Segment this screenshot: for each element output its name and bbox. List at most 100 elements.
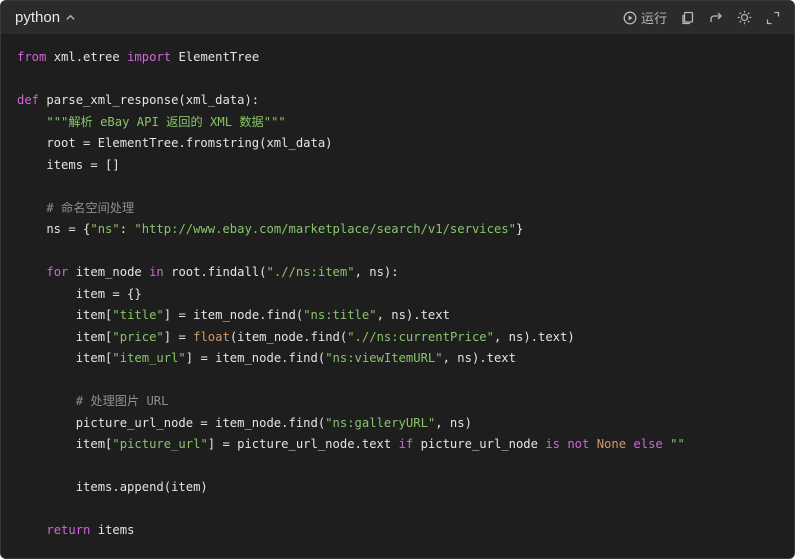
code-line: ns = {"ns": "http://www.ebay.com/marketp… [17,219,784,241]
code-token: ".//ns:item" [266,265,355,279]
code-block-header: python 运行 [1,1,794,34]
copy-button[interactable] [681,1,695,34]
code-token: "http://www.ebay.com/marketplace/search/… [134,222,516,236]
code-token: picture_url_node = item_node.find( [17,415,326,430]
code-token: "ns" [90,222,120,236]
code-line: # 处理图片 URL [17,391,784,413]
copy-icon [681,11,695,25]
code-token: "item_url" [112,351,186,365]
code-token: for [46,265,69,279]
chevron-up-icon [65,12,76,23]
language-selector[interactable]: python [15,9,76,26]
code-token: if [398,437,414,451]
code-block: python 运行 from xml.etree import ElementT… [0,0,795,559]
code-token: (item_node.find( [229,329,348,344]
code-token: picture_url_node [413,437,546,451]
code-line: for item_node in root.findall(".//ns:ite… [17,262,784,284]
code-token: "ns:viewItemURL" [325,351,443,365]
code-token: item[ [17,437,113,451]
expand-icon [766,11,780,25]
code-token: # 处理图片 URL [75,394,169,408]
code-token: ElementTree [171,50,260,64]
code-token: from [17,50,47,64]
code-line: items = [] [17,155,784,177]
code-line: picture_url_node = item_node.find("ns:ga… [17,413,784,435]
code-token: items [90,523,135,537]
code-token: item[ [17,308,113,322]
code-line: items.append(item) [17,477,784,499]
code-token: ".//ns:currentPrice" [347,329,494,344]
code-line: def parse_xml_response(xml_data): [17,90,784,112]
code-line: return items [17,520,784,542]
code-token: import [127,50,172,64]
wrap-button[interactable] [709,1,723,34]
code-token: def [17,93,40,107]
code-line: root = ElementTree.fromstring(xml_data) [17,133,784,155]
code-token: None [596,437,627,451]
code-token: float [193,329,230,344]
code-token: , ns).text [376,308,450,322]
code-line: item["picture_url"] = picture_url_node.t… [17,434,784,456]
code-token: in [149,265,164,279]
code-token: items.append(item) [17,480,208,494]
code-line: # 命名空间处理 [17,198,784,220]
code-token: "ns:title" [303,308,377,322]
code-token: xml.etree [46,50,128,64]
code-line: item = {} [17,284,784,306]
run-label: 运行 [640,11,667,26]
code-token: is not [545,437,590,451]
code-token: "price" [112,329,164,344]
code-line: """解析 eBay API 返回的 XML 数据""" [17,112,784,134]
code-token: , ns).text) [493,329,575,344]
code-toolbar: 运行 [623,1,780,34]
run-button[interactable]: 运行 [623,1,667,34]
expand-button[interactable] [766,1,780,34]
play-icon [623,11,637,25]
code-line: item["price"] = float(item_node.find("./… [17,327,784,349]
code-token: item[ [17,351,113,365]
code-token: item_node [68,265,150,279]
code-token: "picture_url" [112,437,208,451]
code-token: item = {} [17,286,142,301]
code-token: item[ [17,329,113,344]
code-token: } [515,222,524,236]
code-token: """解析 eBay API 返回的 XML 数据""" [46,114,286,129]
code-token: : [119,222,135,236]
code-token: ] = item_node.find( [185,351,326,365]
code-token: , ns).text [442,351,516,365]
code-token: parse_xml_response(xml_data): [39,93,260,107]
code-token: root = ElementTree.fromstring(xml_data) [17,136,333,150]
code-token: # 命名空间处理 [46,200,135,215]
code-token: items = [] [17,157,120,172]
code-token: "title" [112,308,164,322]
code-content: from xml.etree import ElementTree def pa… [17,47,784,542]
code-line: from xml.etree import ElementTree [17,47,784,69]
code-token: "" [670,437,685,451]
code-token: else [633,437,663,451]
code-token: return [46,523,91,537]
code-line: item["item_url"] = item_node.find("ns:vi… [17,348,784,370]
sun-icon [737,10,752,25]
code-token: root.findall( [163,265,267,279]
language-label: python [15,9,61,26]
code-token: , ns) [435,415,472,430]
code-line: item["title"] = item_node.find("ns:title… [17,305,784,327]
code-token: ] = picture_url_node.text [207,437,399,451]
code-token: , ns): [354,265,399,279]
code-token: ns = { [17,222,91,236]
theme-toggle-button[interactable] [737,1,752,34]
code-token: ] = item_node.find( [163,308,304,322]
